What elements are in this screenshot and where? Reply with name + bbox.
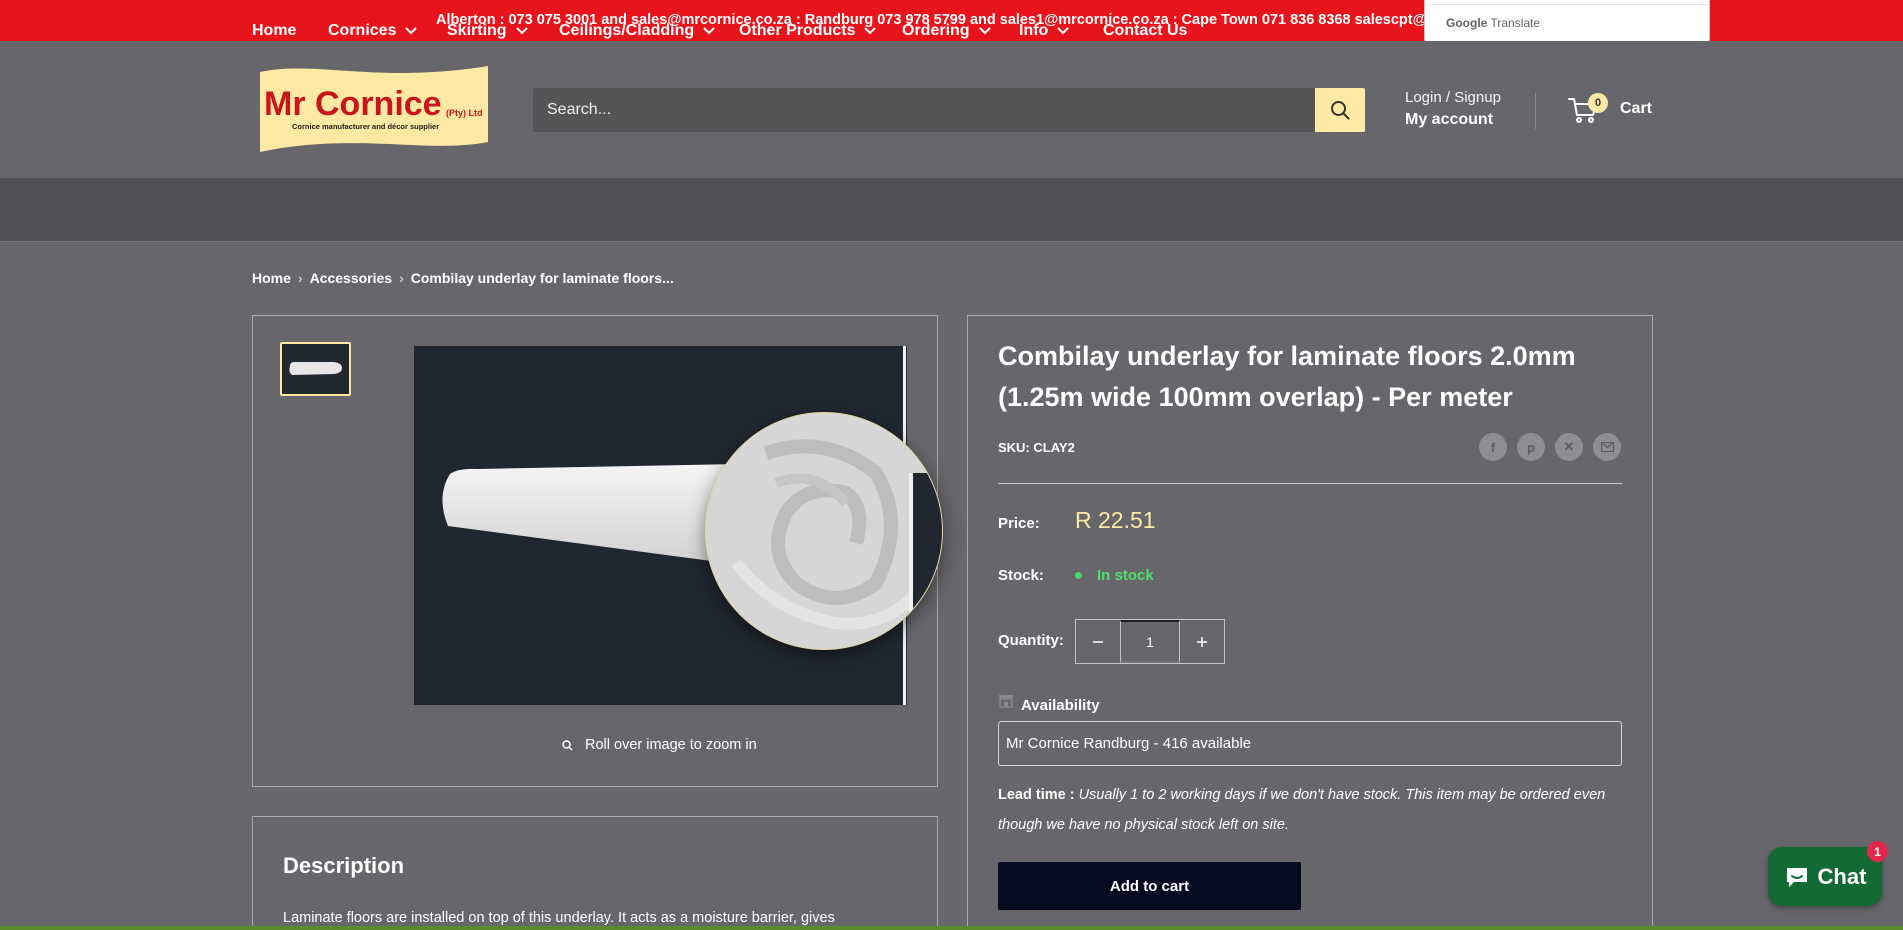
add-to-cart-button[interactable]: Add to cart bbox=[998, 862, 1301, 910]
nav-item-home[interactable]: Home bbox=[252, 22, 296, 40]
google-translate-widget[interactable]: Google Translate bbox=[1424, 0, 1710, 46]
product-sku: SKU: CLAY2 bbox=[998, 440, 1075, 455]
search-icon bbox=[1331, 101, 1350, 120]
chat-notification-badge: 1 bbox=[1867, 841, 1888, 862]
divider bbox=[998, 483, 1622, 484]
mr-cornice-logo[interactable]: Mr Cornice (Pty) Ltd Cornice manufacture… bbox=[256, 62, 492, 156]
quantity-label: Quantity: bbox=[998, 632, 1064, 649]
availability-label: Availability bbox=[1021, 697, 1100, 714]
main-navigation bbox=[0, 178, 1903, 242]
product-price: R 22.51 bbox=[1075, 507, 1156, 533]
search-button[interactable] bbox=[1315, 88, 1365, 132]
quantity-input[interactable] bbox=[1120, 620, 1180, 663]
sku-label: SKU: bbox=[998, 440, 1030, 455]
chevron-down-icon bbox=[515, 27, 528, 35]
breadcrumb-current: Combilay underlay for laminate floors... bbox=[410, 270, 674, 286]
nav-item-label: Info bbox=[1019, 22, 1049, 39]
divider bbox=[1425, 4, 1709, 5]
stock-status: In stock bbox=[1097, 567, 1154, 584]
facebook-icon[interactable]: f bbox=[1479, 433, 1507, 461]
price-label: Price: bbox=[998, 515, 1040, 532]
breadcrumb-separator: › bbox=[297, 270, 303, 286]
lead-time: Lead time : Usually 1 to 2 working days … bbox=[998, 780, 1622, 840]
breadcrumb-home[interactable]: Home bbox=[252, 270, 291, 286]
breadcrumb: Home › Accessories › Combilay underlay f… bbox=[252, 270, 674, 286]
logo-suffix: (Pty) Ltd bbox=[446, 108, 483, 118]
nav-item-label: Skirting bbox=[447, 22, 507, 39]
nav-item-label: Contact Us bbox=[1103, 22, 1188, 39]
quantity-stepper bbox=[1075, 619, 1225, 664]
nav-item-contact-us[interactable]: Contact Us bbox=[1103, 22, 1187, 40]
description-text: Laminate floors are installed on top of … bbox=[283, 910, 835, 926]
sku-value: CLAY2 bbox=[1033, 440, 1075, 455]
breadcrumb-accessories[interactable]: Accessories bbox=[310, 270, 393, 286]
plus-icon bbox=[1197, 636, 1207, 647]
bottom-strip bbox=[0, 926, 1903, 930]
nav-item-ordering[interactable]: Ordering bbox=[902, 22, 991, 40]
chevron-down-icon bbox=[978, 27, 991, 35]
translate-label: Translate bbox=[1490, 16, 1541, 30]
search-input[interactable] bbox=[533, 88, 1315, 132]
zoom-hint-text: Roll over image to zoom in bbox=[585, 737, 757, 753]
cart-link[interactable]: Cart bbox=[1620, 100, 1652, 118]
chat-bubble-icon bbox=[1786, 867, 1807, 887]
chevron-down-icon bbox=[1057, 27, 1070, 35]
zoom-hint: Roll over image to zoom in bbox=[562, 737, 757, 753]
google-translate-label: Google Translate bbox=[1446, 16, 1540, 30]
nav-item-cornices[interactable]: Cornices bbox=[328, 22, 418, 40]
nav-item-label: Ceilings/Cladding bbox=[559, 22, 695, 39]
zoomed-image bbox=[706, 413, 942, 649]
product-title: Combilay underlay for laminate floors 2.… bbox=[998, 341, 1576, 412]
minus-icon bbox=[1093, 640, 1103, 643]
product-thumbnail[interactable] bbox=[280, 342, 351, 396]
pinterest-icon[interactable]: p bbox=[1517, 433, 1545, 461]
x-icon[interactable]: ✕ bbox=[1555, 433, 1583, 461]
store-icon bbox=[999, 695, 1013, 708]
description-title: Description bbox=[283, 853, 405, 878]
chevron-down-icon bbox=[864, 27, 877, 35]
zoom-lens bbox=[705, 412, 943, 650]
nav-item-label: Home bbox=[252, 22, 297, 39]
nav-item-label: Cornices bbox=[328, 22, 397, 39]
lead-time-label: Lead time : bbox=[998, 787, 1075, 803]
google-brand: Google bbox=[1446, 16, 1488, 30]
my-account-link[interactable]: My account bbox=[1405, 111, 1493, 129]
search-box bbox=[533, 88, 1315, 132]
nav-item-skirting[interactable]: Skirting bbox=[447, 22, 528, 40]
email-icon[interactable] bbox=[1593, 433, 1621, 461]
breadcrumb-separator: › bbox=[399, 270, 404, 286]
logo-tagline: Cornice manufacturer and décor supplier bbox=[292, 122, 439, 131]
nav-item-ceilings-cladding[interactable]: Ceilings/Cladding bbox=[559, 22, 715, 40]
availability-option: Mr Cornice Randburg - 416 available bbox=[1006, 735, 1252, 752]
header-divider bbox=[1535, 93, 1536, 129]
stock-label: Stock: bbox=[998, 567, 1044, 584]
quantity-increase-button[interactable] bbox=[1180, 620, 1224, 663]
search-icon bbox=[562, 739, 573, 751]
chevron-down-icon bbox=[703, 27, 715, 35]
envelope-shape bbox=[1600, 442, 1614, 452]
nav-item-other-products[interactable]: Other Products bbox=[739, 22, 877, 40]
login-signup-link[interactable]: Login / Signup bbox=[1405, 89, 1501, 106]
nav-item-label: Ordering bbox=[902, 22, 970, 39]
nav-item-label: Other Products bbox=[739, 22, 856, 39]
quantity-decrease-button[interactable] bbox=[1076, 620, 1120, 663]
lead-time-text: Usually 1 to 2 working days if we don't … bbox=[998, 787, 1606, 833]
chevron-down-icon bbox=[405, 27, 418, 35]
stock-indicator-dot bbox=[1075, 572, 1082, 579]
logo-name: Mr Cornice bbox=[264, 85, 442, 123]
cart-count-badge: 0 bbox=[1588, 93, 1608, 113]
chat-button[interactable]: Chat bbox=[1768, 847, 1882, 906]
thumbnail-image bbox=[289, 362, 342, 375]
nav-item-info[interactable]: Info bbox=[1019, 22, 1070, 40]
chat-label: Chat bbox=[1817, 863, 1867, 889]
